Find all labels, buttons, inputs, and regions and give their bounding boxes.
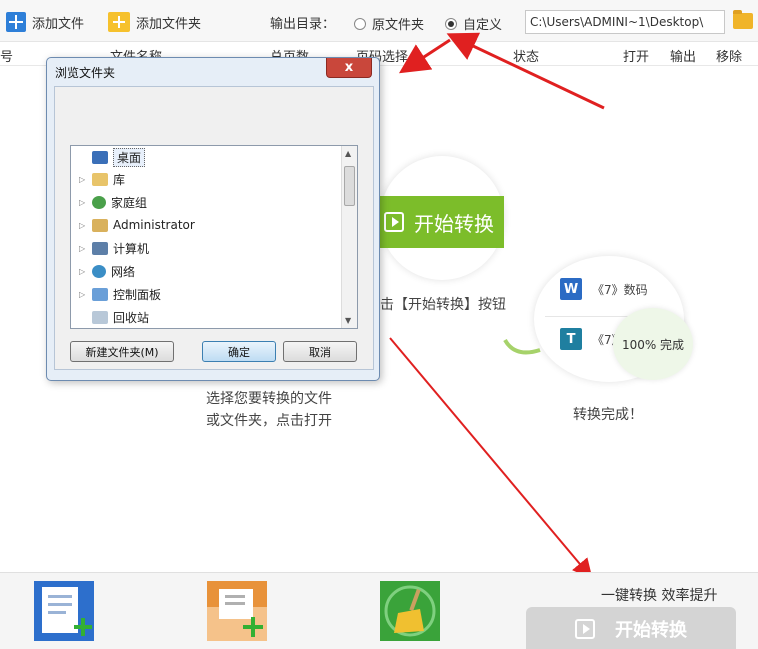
control-panel-icon [92, 287, 108, 301]
col-status: 状态 [513, 50, 540, 65]
tree-expander-icon: ▷ [79, 266, 86, 276]
radio-original-label: 原文件夹 [372, 18, 425, 33]
word-doc-icon: W [560, 278, 582, 300]
guide-select-line1: 选择您要转换的文件 [206, 391, 332, 407]
tree-expander-icon: ▷ [79, 220, 86, 230]
add-file-icon [6, 12, 26, 32]
tree-item-control-panel[interactable]: ▷ 控制面板 [71, 283, 161, 305]
col-output: 输出 [670, 50, 697, 65]
tree-item-computer[interactable]: ▷ 计算机 [71, 237, 149, 259]
scrollbar-thumb[interactable] [344, 166, 355, 206]
tree-expander-icon: ▷ [79, 174, 86, 184]
radio-custom-folder[interactable]: 自定义 [445, 14, 502, 33]
bottom-bar: 一键转换 效率提升 开始转换 [0, 572, 758, 649]
add-folder-large-icon[interactable] [207, 581, 267, 641]
col-open: 打开 [623, 50, 650, 65]
radio-original-folder[interactable]: 原文件夹 [354, 14, 424, 33]
new-folder-button[interactable]: 新建文件夹(M) [70, 341, 174, 362]
output-directory-label: 输出目录： [270, 17, 336, 32]
radio-custom-label: 自定义 [463, 18, 503, 33]
tree-item-network[interactable]: ▷ 网络 [71, 260, 135, 282]
progress-complete-badge: 100% 完成 [613, 308, 693, 380]
add-file-button[interactable]: 添加文件 [6, 11, 84, 33]
browse-folder-icon[interactable] [733, 10, 753, 29]
dialog-body: 桌面 ▷ 库 ▷ 家庭组 ▷ Administrator ▷ 计算机 ▷ 网络 … [54, 86, 374, 370]
dialog-title: 浏览文件夹 [55, 66, 116, 80]
radio-dot-icon [354, 17, 366, 30]
add-folder-icon [108, 12, 130, 32]
ok-button[interactable]: 确定 [202, 341, 276, 362]
dialog-close-button[interactable]: x [326, 58, 372, 78]
user-folder-icon [92, 218, 108, 232]
guide-green-arrow [503, 338, 541, 355]
guide-start-button-demo: 开始转换 [380, 196, 504, 248]
guide-start-label: 开始转换 [414, 211, 494, 236]
guide-click-start-text: 击【开始转换】按钮 [380, 297, 506, 313]
clear-list-broom-icon[interactable] [380, 581, 440, 641]
start-convert-label: 开始转换 [615, 619, 687, 641]
guide-select-line2: 或文件夹，点击打开 [206, 413, 332, 429]
add-folder-label: 添加文件夹 [136, 16, 202, 32]
toolbar: 添加文件 添加文件夹 输出目录： 原文件夹 自定义 [0, 0, 758, 42]
network-icon [92, 264, 106, 278]
add-file-label: 添加文件 [32, 16, 85, 32]
tree-item-homegroup[interactable]: ▷ 家庭组 [71, 191, 147, 213]
library-icon [92, 172, 108, 186]
tree-item-administrator[interactable]: ▷ Administrator [71, 214, 195, 236]
tree-label: 计算机 [113, 241, 150, 256]
cancel-button[interactable]: 取消 [283, 341, 357, 362]
tree-label: 控制面板 [113, 287, 162, 302]
tree-label: 桌面 [113, 147, 146, 167]
tree-expander-icon: ▷ [79, 289, 86, 299]
col-index: 号 [0, 50, 14, 65]
tree-expander-icon: ▷ [79, 197, 86, 207]
add-file-large-icon[interactable] [34, 581, 94, 641]
guide-done-text: 转换完成！ [573, 407, 643, 423]
homegroup-icon [92, 195, 106, 209]
tree-item-recycle-bin[interactable]: 回收站 [71, 306, 149, 328]
output-path-input[interactable] [525, 10, 725, 34]
guide-doc-word-label: 《7》数码 [592, 282, 648, 297]
tree-label: 回收站 [113, 310, 150, 325]
text-doc-icon: T [560, 328, 582, 350]
desktop-icon [92, 150, 108, 164]
radio-dot-selected-icon [445, 17, 457, 30]
guide-doc-row-word: W 《7》数码 [560, 278, 648, 300]
folder-tree[interactable]: 桌面 ▷ 库 ▷ 家庭组 ▷ Administrator ▷ 计算机 ▷ 网络 … [70, 145, 358, 329]
tree-label: Administrator [113, 218, 195, 232]
col-remove: 移除 [716, 50, 743, 65]
play-icon [384, 212, 404, 232]
scroll-up-icon: ▲ [345, 149, 352, 158]
tree-label: 库 [113, 172, 126, 187]
tree-expander-icon: ▷ [79, 243, 86, 253]
tree-item-library[interactable]: ▷ 库 [71, 168, 125, 190]
slogan-text: 一键转换 效率提升 [601, 588, 718, 604]
tree-scrollbar[interactable]: ▲ ▼ [341, 146, 357, 328]
scroll-down-icon: ▼ [345, 316, 352, 325]
play-icon [575, 618, 595, 639]
computer-icon [92, 241, 108, 255]
tree-label: 家庭组 [111, 195, 148, 210]
recycle-bin-icon [92, 310, 108, 324]
browse-folder-dialog: 浏览文件夹 x 桌面 ▷ 库 ▷ 家庭组 ▷ Administrator ▷ 计… [46, 57, 380, 381]
add-folder-button[interactable]: 添加文件夹 [108, 11, 201, 33]
tree-item-desktop[interactable]: 桌面 [71, 146, 146, 168]
tree-label: 网络 [111, 264, 136, 279]
arrow-to-start-button [389, 337, 593, 580]
start-convert-button[interactable]: 开始转换 [526, 607, 736, 649]
